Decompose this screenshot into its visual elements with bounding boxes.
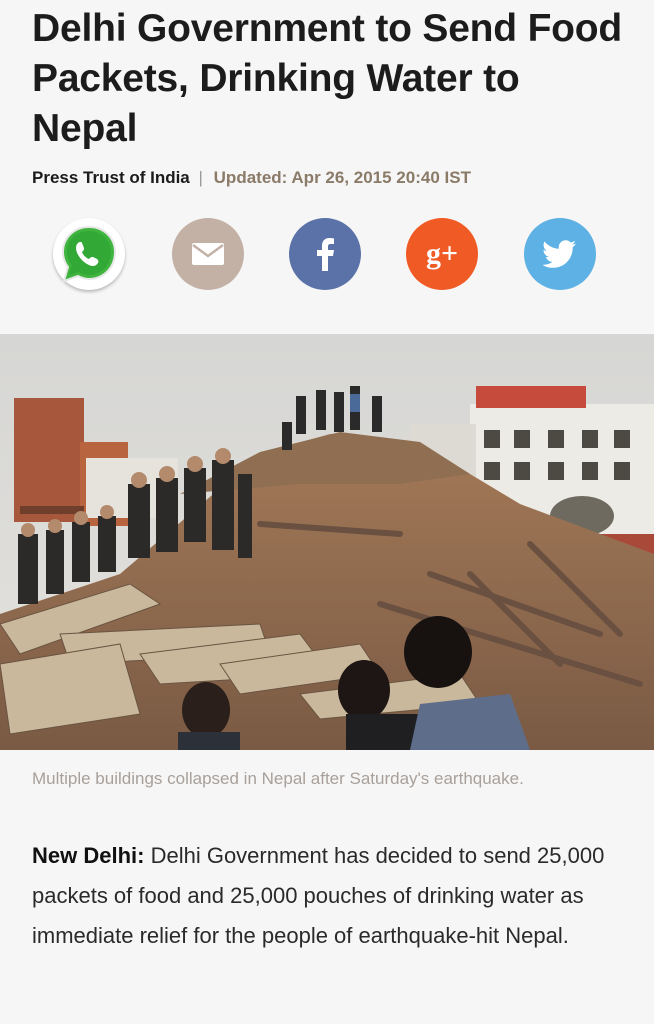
article-body: New Delhi: Delhi Government has decided …: [32, 836, 632, 956]
facebook-icon: [315, 237, 335, 271]
article-headline: Delhi Government to Send Food Packets, D…: [32, 7, 623, 150]
share-email-button[interactable]: [172, 218, 244, 290]
share-facebook-button[interactable]: [289, 218, 361, 290]
share-whatsapp-button[interactable]: [53, 218, 125, 290]
updated-timestamp: Updated: Apr 26, 2015 20:40 IST: [213, 168, 471, 187]
article-photo: [0, 334, 654, 750]
mail-icon: [192, 243, 224, 265]
share-google-plus-button[interactable]: g+: [406, 218, 478, 290]
google-plus-icon: g+: [425, 237, 459, 270]
byline: Press Trust of India | Updated: Apr 26, …: [32, 166, 471, 190]
whatsapp-icon: [56, 221, 122, 287]
author-name[interactable]: Press Trust of India: [32, 168, 190, 187]
photo-caption: Multiple buildings collapsed in Nepal af…: [32, 769, 524, 788]
share-bar: g+: [0, 218, 654, 292]
byline-separator: |: [198, 168, 203, 187]
share-twitter-button[interactable]: [524, 218, 596, 290]
twitter-icon: [543, 240, 577, 268]
article-dateline: New Delhi:: [32, 843, 145, 868]
